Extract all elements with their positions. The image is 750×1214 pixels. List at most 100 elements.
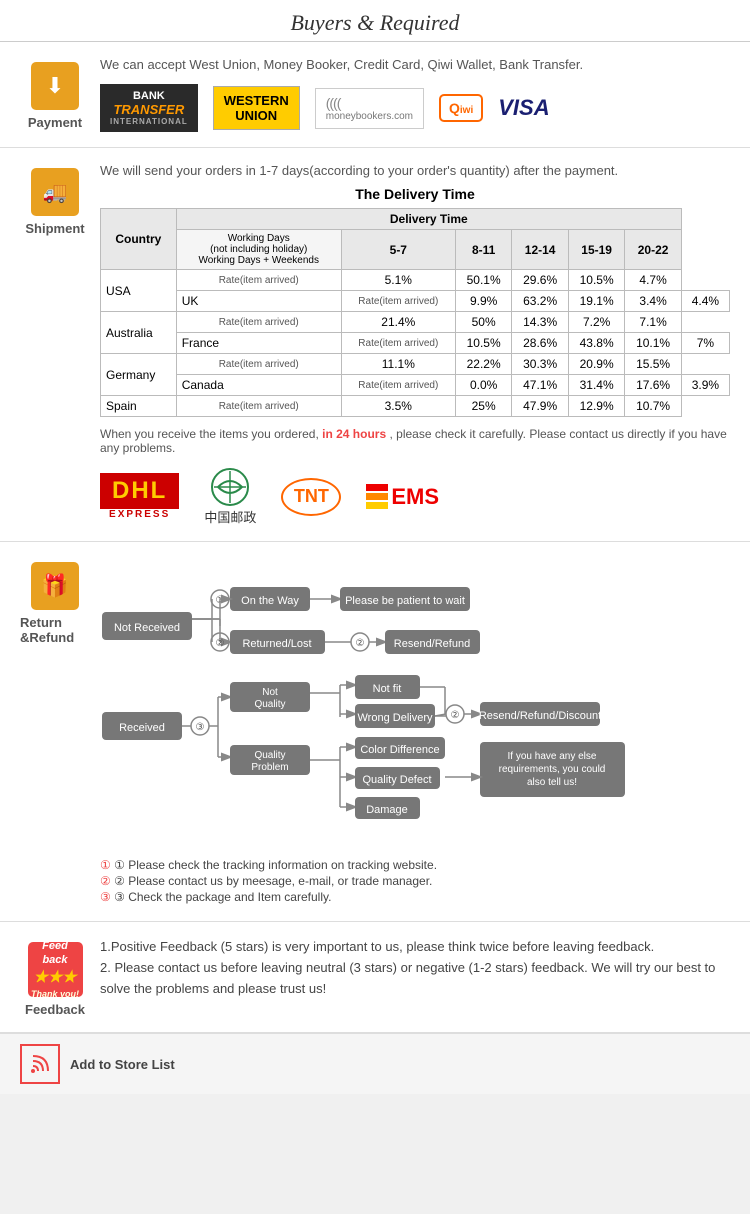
note-3: ③ ③ Check the package and Item carefully… xyxy=(100,890,660,904)
cnpost-text: 中国邮政 xyxy=(204,507,256,526)
delivery-table: Country Delivery Time Working Days(not i… xyxy=(100,208,730,417)
svg-text:Not: Not xyxy=(262,687,278,698)
ca-20-22: 3.9% xyxy=(681,375,729,396)
bank-transfer-logo: BANK TRANSFER INTERNATIONAL xyxy=(100,84,198,132)
au-12-14: 14.3% xyxy=(512,312,568,333)
shipment-icon-area: 🚚 Shipment xyxy=(20,163,90,236)
table-subheader-row: Working Days(not including holiday)Worki… xyxy=(101,230,730,270)
rate-label-uk: Rate(item arrived) xyxy=(341,291,455,312)
note-1: ① ① Please check the tracking informatio… xyxy=(100,858,660,872)
table-row: Australia Rate(item arrived) 21.4% 50% 1… xyxy=(101,312,730,333)
ems-stripe-3 xyxy=(366,502,388,509)
au-8-11: 50% xyxy=(455,312,511,333)
svg-text:③: ③ xyxy=(196,722,205,733)
fr-20-22: 7% xyxy=(681,333,729,354)
rss-icon xyxy=(28,1052,52,1076)
svg-text:If you have any else: If you have any else xyxy=(508,751,597,762)
shipment-icon: 🚚 xyxy=(31,168,79,216)
check-highlight: in 24 hours xyxy=(322,427,386,441)
payment-icon: ⬇ xyxy=(31,62,79,110)
shipment-section: 🚚 Shipment We will send your orders in 1… xyxy=(0,148,750,542)
de-12-14: 30.3% xyxy=(512,354,568,375)
ems-stripe-2 xyxy=(366,493,388,500)
add-to-store-label[interactable]: Add to Store List xyxy=(70,1057,175,1072)
fr-15-19: 10.1% xyxy=(625,333,681,354)
col-delivery-time: Delivery Time xyxy=(176,209,681,230)
ems-logo: EMS xyxy=(366,484,439,510)
ems-stripes xyxy=(366,484,388,509)
svg-text:②: ② xyxy=(451,710,460,721)
moneybookers-logo: (((( moneybookers.com xyxy=(315,88,424,129)
visa-logo: VISA xyxy=(498,95,549,121)
svg-text:Quality Defect: Quality Defect xyxy=(362,774,431,786)
feedback-icon-area: Feedback ★★★ Thank you! Feedback xyxy=(20,937,90,1017)
shipment-top: 🚚 Shipment We will send your orders in 1… xyxy=(20,163,730,455)
uk-20-22: 4.4% xyxy=(681,291,729,312)
country-uk: UK xyxy=(176,291,341,312)
col-8-11: 8-11 xyxy=(455,230,511,270)
country-spain: Spain xyxy=(101,396,177,417)
de-15-19: 20.9% xyxy=(568,354,624,375)
dhl-logo: DHL EXPRESS xyxy=(100,473,179,520)
payment-description: We can accept West Union, Money Booker, … xyxy=(100,57,730,72)
country-france: France xyxy=(176,333,341,354)
svg-text:Quality: Quality xyxy=(254,750,285,761)
es-12-14: 47.9% xyxy=(512,396,568,417)
flowchart-svg: Not Received ① On the Way Please be pati… xyxy=(100,557,660,847)
svg-text:Returned/Lost: Returned/Lost xyxy=(242,638,311,650)
add-to-store-bar: Add to Store List xyxy=(0,1033,750,1094)
de-5-7: 11.1% xyxy=(341,354,455,375)
feedback-icon: Feedback ★★★ Thank you! xyxy=(28,942,83,997)
col-5-7: 5-7 xyxy=(341,230,455,270)
western-union-logo: WESTERNUNION xyxy=(213,86,300,130)
col-15-19: 15-19 xyxy=(568,230,624,270)
not-received-text: Not Received xyxy=(114,622,180,634)
payment-label: Payment xyxy=(28,115,82,130)
country-canada: Canada xyxy=(176,375,341,396)
uk-8-11: 63.2% xyxy=(512,291,568,312)
cnpost-icon xyxy=(210,467,250,507)
es-8-11: 25% xyxy=(455,396,511,417)
cnpost-logo: 中国邮政 xyxy=(204,467,256,526)
rate-label-usa: Rate(item arrived) xyxy=(176,270,341,291)
col-12-14: 12-14 xyxy=(512,230,568,270)
svg-text:requirements, you could: requirements, you could xyxy=(499,764,606,775)
country-australia: Australia xyxy=(101,312,177,354)
delivery-title: The Delivery Time xyxy=(100,186,730,202)
table-row: Canada Rate(item arrived) 0.0% 47.1% 31.… xyxy=(101,375,730,396)
fr-5-7: 10.5% xyxy=(455,333,511,354)
ca-15-19: 17.6% xyxy=(625,375,681,396)
ca-12-14: 31.4% xyxy=(568,375,624,396)
rate-label-es: Rate(item arrived) xyxy=(176,396,341,417)
col-20-22: 20-22 xyxy=(625,230,681,270)
usa-12-14: 29.6% xyxy=(512,270,568,291)
usa-15-19: 10.5% xyxy=(568,270,624,291)
return-label: Return &Refund xyxy=(20,615,90,645)
au-5-7: 21.4% xyxy=(341,312,455,333)
svg-text:Damage: Damage xyxy=(366,804,408,816)
svg-text:Wrong Delivery: Wrong Delivery xyxy=(358,712,433,724)
svg-text:On the Way: On the Way xyxy=(241,595,299,607)
svg-text:②: ② xyxy=(216,638,225,649)
payment-icon-area: ⬇ Payment xyxy=(20,57,90,130)
svg-text:Received: Received xyxy=(119,722,165,734)
table-row: France Rate(item arrived) 10.5% 28.6% 43… xyxy=(101,333,730,354)
ems-text: EMS xyxy=(391,484,439,510)
svg-text:Color Difference: Color Difference xyxy=(360,744,439,756)
payment-content: We can accept West Union, Money Booker, … xyxy=(90,57,730,132)
svg-text:Resend/Refund/Discount: Resend/Refund/Discount xyxy=(479,710,601,722)
usa-5-7: 5.1% xyxy=(341,270,455,291)
return-icon: 🎁 xyxy=(31,562,79,610)
rate-label-de: Rate(item arrived) xyxy=(176,354,341,375)
check-text: When you receive the items you ordered, … xyxy=(100,427,730,455)
page-title: Buyers & Required xyxy=(290,10,459,35)
table-row: Spain Rate(item arrived) 3.5% 25% 47.9% … xyxy=(101,396,730,417)
svg-text:Not fit: Not fit xyxy=(373,683,402,695)
dhl-express: EXPRESS xyxy=(109,509,170,520)
ca-8-11: 47.1% xyxy=(512,375,568,396)
shipment-intro: We will send your orders in 1-7 days(acc… xyxy=(100,163,730,178)
es-15-19: 12.9% xyxy=(568,396,624,417)
usa-20-22: 4.7% xyxy=(625,270,681,291)
feedback-text: 1.Positive Feedback (5 stars) is very im… xyxy=(100,937,730,999)
add-to-store-icon[interactable] xyxy=(20,1044,60,1084)
